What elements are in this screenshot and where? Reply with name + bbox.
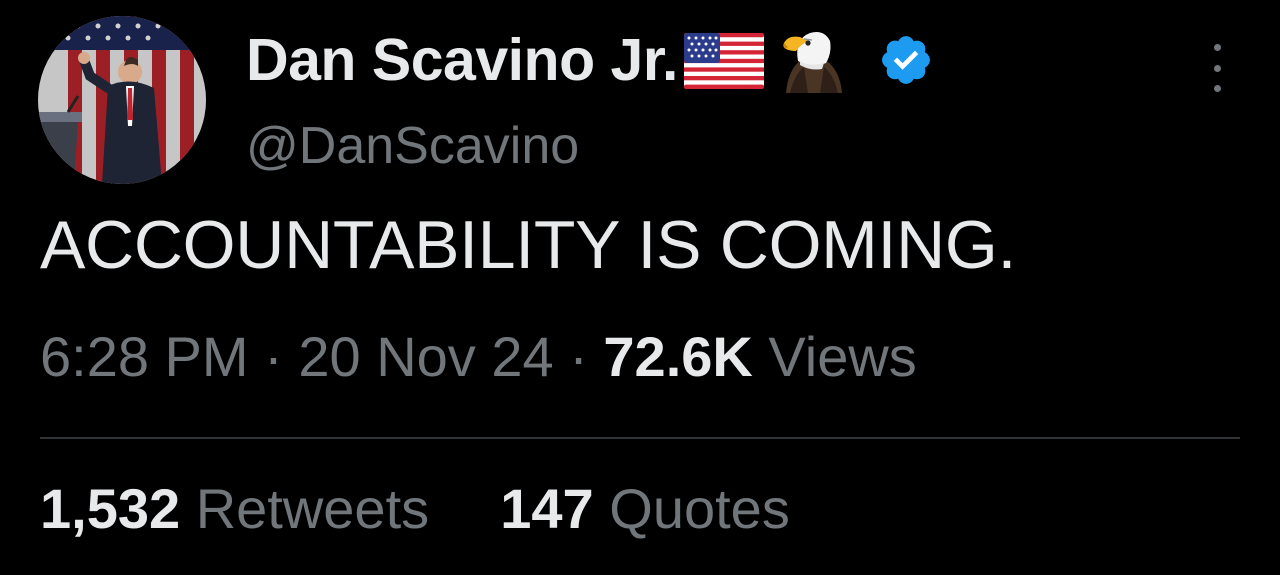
quotes-label: Quotes [609, 477, 790, 540]
more-dot [1213, 85, 1221, 92]
eagle-icon [778, 25, 848, 98]
meta-separator: · [264, 325, 283, 388]
retweets-count: 1,532 [40, 477, 181, 540]
display-name[interactable]: Dan Scavino Jr. [246, 26, 678, 94]
tweet-date[interactable]: 20 Nov 24 [298, 325, 553, 388]
avatar[interactable] [38, 16, 206, 184]
avatar-photo [38, 16, 206, 184]
author-handle[interactable]: @DanScavino [246, 116, 579, 176]
author-name-row[interactable]: Dan Scavino Jr. [246, 24, 934, 96]
quotes-stat[interactable]: 147 Quotes [500, 477, 790, 540]
quotes-count: 147 [500, 477, 594, 540]
retweets-label: Retweets [195, 477, 430, 540]
tweet-time[interactable]: 6:28 PM [40, 325, 249, 388]
more-dot [1213, 44, 1221, 51]
retweets-stat[interactable]: 1,532 Retweets [40, 477, 445, 540]
engagement-stats: 1,532 Retweets 147 Quotes [40, 476, 790, 541]
views-label: Views [768, 325, 917, 388]
meta-separator: · [569, 325, 588, 388]
tweet-text: ACCOUNTABILITY IS COMING. [40, 207, 1017, 283]
tweet-meta: 6:28 PM · 20 Nov 24 · 72.6K Views [40, 324, 917, 389]
flag-us-icon [683, 32, 764, 94]
verified-badge-icon[interactable] [878, 32, 934, 93]
views-count: 72.6K [603, 325, 753, 388]
more-vertical-icon[interactable] [1202, 44, 1232, 92]
divider [40, 437, 1240, 439]
more-dot [1213, 64, 1221, 72]
